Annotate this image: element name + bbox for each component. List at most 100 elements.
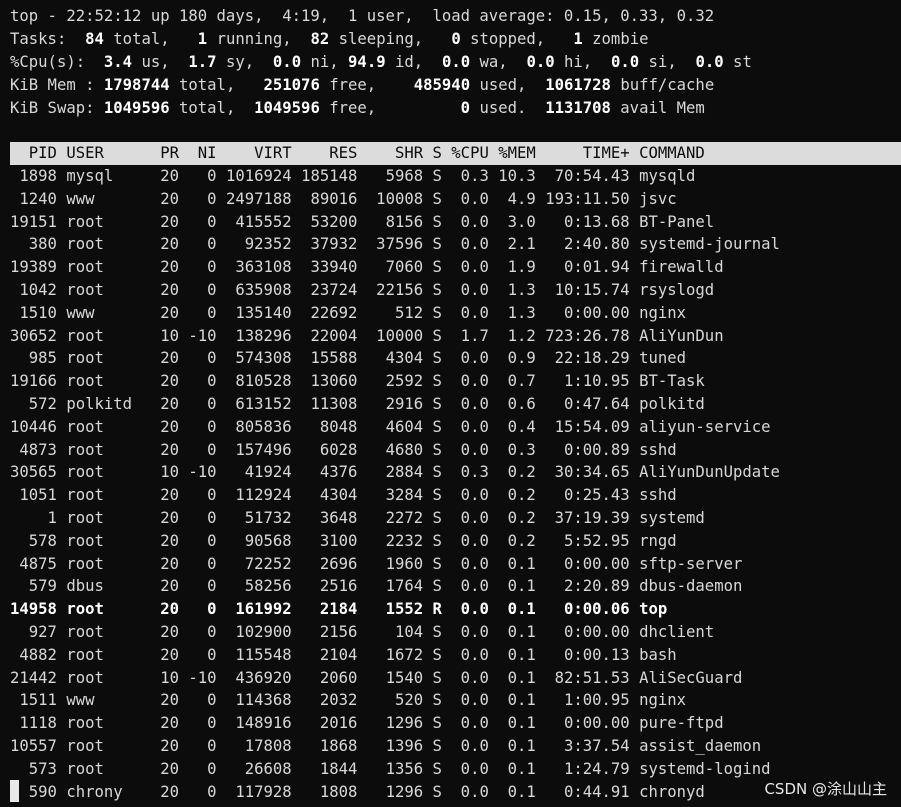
cell-pid: 579 — [10, 577, 57, 596]
cell-s: S — [423, 372, 442, 391]
column-header-virt: VIRT — [216, 144, 292, 162]
cell-time: 15:54.09 — [535, 417, 630, 436]
cell-s: S — [423, 645, 442, 664]
mem-line: KiB Mem : 1798744 total, 251076 free, 48… — [10, 76, 715, 94]
cell-cpu: 0.0 — [441, 235, 489, 254]
cell-virt: 363108 — [216, 258, 292, 277]
cell-time: 3:37.54 — [535, 737, 630, 755]
cell-user: root — [56, 623, 142, 641]
process-row: 21442 root 10 -10 436920 2060 1540 S 0.0… — [10, 667, 742, 690]
cell-user: root — [56, 440, 142, 459]
cell-shr: 1356 — [357, 759, 424, 778]
cell-pr: 20 — [141, 737, 180, 755]
cell-user: root — [56, 509, 142, 527]
cell-s: S — [423, 167, 442, 185]
cell-shr: 2232 — [357, 531, 424, 550]
process-row: 4875 root 20 0 72252 2696 1960 S 0.0 0.1… — [10, 553, 742, 576]
cell-cpu: 0.0 — [441, 395, 489, 413]
cell-time: 10:15.74 — [535, 281, 630, 299]
process-row: 4882 root 20 0 115548 2104 1672 S 0.0 0.… — [10, 644, 676, 667]
cell-shr: 2884 — [357, 463, 424, 482]
cell-virt: 574308 — [216, 349, 292, 368]
process-row: 1 root 20 0 51732 3648 2272 S 0.0 0.2 37… — [10, 507, 705, 530]
cell-command: nginx — [629, 303, 687, 322]
cell-mem: 1.2 — [488, 326, 536, 345]
cell-ni: 0 — [179, 645, 217, 664]
cell-ni: 0 — [179, 623, 217, 641]
cell-pr: 20 — [141, 417, 180, 436]
cell-user: dbus — [56, 577, 142, 596]
cell-virt: 415552 — [216, 212, 292, 231]
process-row: 19166 root 20 0 810528 13060 2592 S 0.0 … — [10, 370, 705, 393]
cell-time: 0:00.89 — [535, 440, 630, 459]
cell-ni: 0 — [179, 531, 217, 550]
cell-s: S — [423, 531, 442, 550]
cell-pr: 20 — [141, 691, 180, 710]
cell-s: S — [423, 235, 442, 254]
cell-command: systemd — [629, 509, 705, 527]
cell-res: 53200 — [291, 212, 358, 231]
cell-mem: 3.0 — [488, 212, 536, 231]
cell-command: firewalld — [629, 258, 724, 277]
cell-res: 89016 — [291, 189, 358, 208]
cell-s: S — [423, 554, 442, 573]
cell-virt: 41924 — [216, 463, 292, 482]
cell-shr: 22156 — [357, 281, 424, 299]
cell-cpu: 0.0 — [441, 554, 489, 573]
cell-pr: 20 — [141, 440, 180, 459]
process-row: 1240 www 20 0 2497188 89016 10008 S 0.0 … — [10, 188, 676, 211]
cell-s: S — [423, 782, 442, 801]
cell-virt: 138296 — [216, 326, 292, 345]
process-row: 4873 root 20 0 157496 6028 4680 S 0.0 0.… — [10, 439, 676, 462]
cell-time: 70:54.43 — [535, 167, 630, 185]
cell-pid: 1898 — [10, 167, 57, 185]
cell-user: root — [56, 645, 142, 664]
cell-virt: 115548 — [216, 645, 292, 664]
cell-command: assist_daemon — [629, 737, 762, 755]
column-header-cpu: %CPU — [441, 144, 489, 162]
cell-shr: 1296 — [357, 782, 424, 801]
cell-ni: 0 — [179, 714, 217, 733]
cell-virt: 613152 — [216, 395, 292, 413]
cell-mem: 0.2 — [488, 509, 536, 527]
cell-ni: 0 — [179, 691, 217, 710]
cell-ni: 0 — [179, 600, 217, 619]
cell-mem: 0.2 — [488, 531, 536, 550]
cell-res: 4304 — [291, 486, 358, 505]
cell-res: 11308 — [291, 395, 358, 413]
cell-s: S — [423, 303, 442, 322]
cell-mem: 0.7 — [488, 372, 536, 391]
cell-pid: 927 — [10, 623, 57, 641]
cell-res: 185148 — [291, 167, 358, 185]
cell-virt: 102900 — [216, 623, 292, 641]
cell-command: BT-Panel — [629, 212, 715, 231]
cell-command: sftp-server — [629, 554, 743, 573]
cell-res: 2016 — [291, 714, 358, 733]
cell-res: 2104 — [291, 645, 358, 664]
cell-time: 1:00.95 — [535, 691, 630, 710]
cell-shr: 1960 — [357, 554, 424, 573]
cell-pid: 1511 — [10, 691, 57, 710]
cell-virt: 92352 — [216, 235, 292, 254]
cell-pr: 10 — [141, 668, 180, 687]
cell-mem: 0.1 — [488, 759, 536, 778]
cell-pr: 20 — [141, 577, 180, 596]
cell-s: S — [423, 691, 442, 710]
cell-time: 0:25.43 — [535, 486, 630, 505]
cell-mem: 0.2 — [488, 486, 536, 505]
process-row: 1511 www 20 0 114368 2032 520 S 0.0 0.1 … — [10, 689, 686, 712]
cell-pid: 1042 — [10, 281, 57, 299]
cell-time: 30:34.65 — [535, 463, 630, 482]
cell-time: 2:20.89 — [535, 577, 630, 596]
cell-s: S — [423, 463, 442, 482]
cell-s: S — [423, 737, 442, 755]
cell-user: root — [56, 668, 142, 687]
cell-virt: 112924 — [216, 486, 292, 505]
cell-ni: 0 — [179, 759, 217, 778]
column-header-ni: NI — [179, 144, 217, 162]
cpu-line: %Cpu(s): 3.4 us, 1.7 sy, 0.0 ni, 94.9 id… — [10, 53, 752, 71]
cell-virt: 90568 — [216, 531, 292, 550]
cell-shr: 7060 — [357, 258, 424, 277]
cell-cpu: 0.0 — [441, 349, 489, 368]
cell-res: 23724 — [291, 281, 358, 299]
